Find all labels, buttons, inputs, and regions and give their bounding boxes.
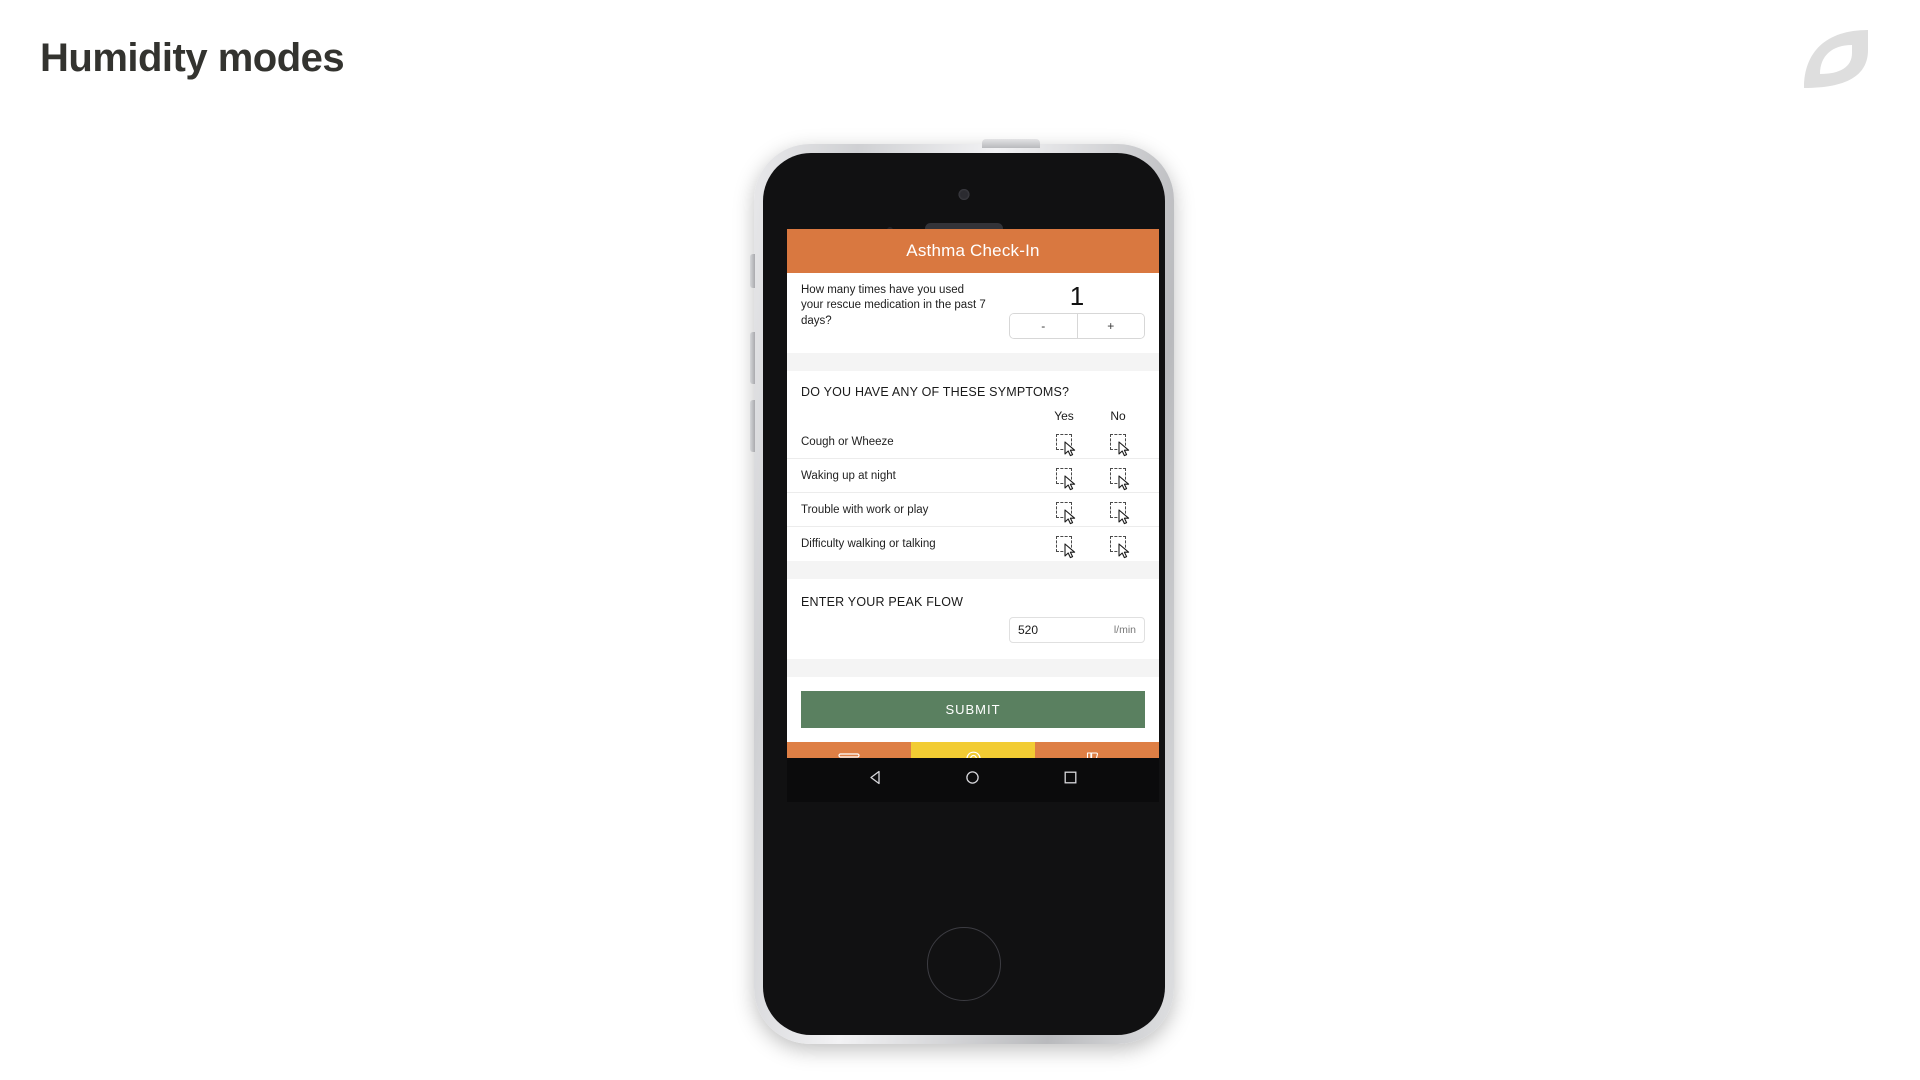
cursor-arrow-icon — [1118, 474, 1130, 490]
symptom-choices — [1037, 501, 1145, 524]
app-header-title: Asthma Check-In — [906, 241, 1040, 260]
symptom-choices — [1037, 536, 1145, 559]
tab-air[interactable]: Air — [1035, 742, 1159, 758]
medication-question-text: How many times have you used your rescue… — [801, 284, 986, 327]
cursor-arrow-icon — [1118, 440, 1130, 456]
peak-flow-input[interactable]: 520 l/min — [1009, 617, 1145, 643]
symptom-choices — [1037, 433, 1145, 456]
peak-flow-input-row: 520 l/min — [787, 615, 1159, 659]
brand-logo-icon — [1804, 30, 1868, 88]
volume-up-button[interactable] — [750, 332, 755, 384]
symptom-no-cell — [1091, 467, 1145, 490]
recents-square-icon[interactable] — [1063, 770, 1078, 790]
medication-question-block: How many times have you used your rescue… — [787, 273, 1159, 353]
table-row: Waking up at night — [787, 459, 1159, 493]
checkbox-no[interactable] — [1110, 433, 1130, 456]
checkbox-no[interactable] — [1110, 501, 1130, 524]
symptoms-section: DO YOU HAVE ANY OF THESE SYMPTOMS? Yes N… — [787, 371, 1159, 561]
symptom-label: Trouble with work or play — [801, 503, 929, 516]
cursor-arrow-icon — [1118, 508, 1130, 524]
checkbox-no[interactable] — [1110, 467, 1130, 490]
menu-lines-icon — [838, 751, 860, 759]
section-divider-3 — [787, 659, 1159, 677]
peak-flow-value: 520 — [1018, 623, 1039, 637]
power-button[interactable] — [982, 139, 1040, 148]
home-circle-icon[interactable] — [965, 770, 980, 790]
phone-bezel: Asthma Check-In How many times have you … — [763, 153, 1165, 1035]
symptom-label: Cough or Wheeze — [801, 435, 894, 448]
front-camera-icon — [958, 189, 970, 200]
location-pin-icon — [965, 751, 982, 758]
silent-switch[interactable] — [750, 254, 755, 288]
submit-button[interactable]: SUBMIT — [801, 691, 1145, 728]
symptom-yes-cell — [1037, 536, 1091, 559]
cursor-arrow-icon — [1064, 440, 1076, 456]
cursor-arrow-icon — [1064, 543, 1076, 559]
quantity-stepper: - + — [1009, 313, 1145, 339]
checkbox-yes[interactable] — [1056, 536, 1076, 559]
home-button[interactable] — [927, 927, 1001, 1001]
symptom-choices — [1037, 467, 1145, 490]
symptom-no-cell — [1091, 433, 1145, 456]
column-header-yes: Yes — [1054, 409, 1074, 423]
peak-flow-section: ENTER YOUR PEAK FLOW 520 l/min — [787, 579, 1159, 659]
medication-count-value: 1 — [1069, 281, 1085, 311]
symptoms-section-title: DO YOU HAVE ANY OF THESE SYMPTOMS? — [801, 385, 1070, 399]
section-divider-2 — [787, 561, 1159, 579]
decrement-button[interactable]: - — [1010, 314, 1077, 338]
symptom-yes-cell — [1037, 501, 1091, 524]
symptom-no-cell — [1091, 501, 1145, 524]
checkbox-yes[interactable] — [1056, 501, 1076, 524]
android-navigation-bar — [787, 758, 1159, 802]
volume-down-button[interactable] — [750, 400, 755, 452]
symptom-yes-cell — [1037, 467, 1091, 490]
checkbox-yes[interactable] — [1056, 433, 1076, 456]
bottom-tab-bar: Control panel Location — [787, 742, 1159, 758]
column-header-no: No — [1110, 409, 1126, 423]
section-divider-1 — [787, 353, 1159, 371]
cursor-arrow-icon — [1118, 543, 1130, 559]
back-triangle-icon[interactable] — [868, 770, 883, 790]
medication-stepper-group: 1 - + — [1009, 283, 1145, 339]
peak-flow-section-title: ENTER YOUR PEAK FLOW — [801, 595, 964, 609]
table-row: Cough or Wheeze — [787, 425, 1159, 459]
table-row: Trouble with work or play — [787, 493, 1159, 527]
increment-button[interactable]: + — [1076, 314, 1144, 338]
app-screen: Asthma Check-In How many times have you … — [787, 229, 1159, 758]
checkbox-yes[interactable] — [1056, 467, 1076, 490]
page-title: Humidity modes — [40, 36, 345, 80]
symptom-label: Difficulty walking or talking — [801, 538, 936, 550]
symptom-no-cell — [1091, 536, 1145, 559]
phone-device: Asthma Check-In How many times have you … — [750, 139, 1174, 1044]
tab-location[interactable]: Location — [911, 742, 1035, 758]
symptoms-column-headers: Yes No — [787, 409, 1159, 425]
tab-control-panel[interactable]: Control panel — [787, 742, 911, 758]
app-header: Asthma Check-In — [787, 229, 1159, 273]
symptom-label: Waking up at night — [801, 469, 896, 482]
cursor-arrow-icon — [1064, 474, 1076, 490]
checkbox-no[interactable] — [1110, 536, 1130, 559]
cursor-arrow-icon — [1064, 508, 1076, 524]
peak-flow-unit: l/min — [1113, 624, 1136, 636]
symptom-yes-cell — [1037, 433, 1091, 456]
thumbs-updown-icon — [1085, 751, 1109, 758]
submit-area: SUBMIT — [787, 677, 1159, 742]
table-row: Difficulty walking or talking — [787, 527, 1159, 561]
